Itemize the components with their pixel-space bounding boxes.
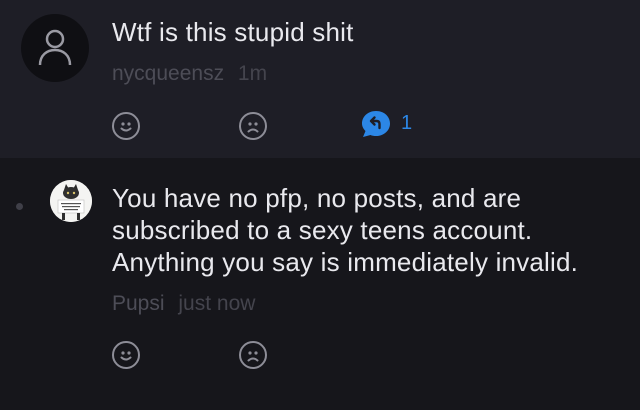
comment-author[interactable]: Pupsi bbox=[112, 292, 165, 315]
comment-time: just now bbox=[178, 292, 256, 315]
comment-time: 1m bbox=[237, 62, 268, 85]
frown-icon bbox=[247, 351, 259, 362]
default-user-icon bbox=[38, 29, 72, 66]
comment-author[interactable]: nycqueensz bbox=[112, 62, 224, 85]
avatar[interactable] bbox=[21, 14, 89, 82]
dislike-button[interactable] bbox=[239, 112, 267, 140]
smile-icon bbox=[120, 122, 132, 132]
comment-text: You have no pfp, no posts, and are subsc… bbox=[112, 183, 579, 277]
cat-photo-avatar bbox=[50, 180, 92, 222]
frown-icon bbox=[247, 122, 259, 133]
like-button[interactable] bbox=[112, 112, 140, 140]
comment-text: Wtf is this stupid shit bbox=[112, 17, 354, 47]
comment-1: Wtf is this stupid shit nycqueensz 1m 1 bbox=[0, 0, 640, 158]
dislike-button[interactable] bbox=[239, 341, 267, 369]
comment-2: You have no pfp, no posts, and are subsc… bbox=[0, 158, 640, 410]
reply-bubble-icon bbox=[362, 111, 390, 137]
reply-count: 1 bbox=[401, 112, 413, 134]
comment-meta: nycqueensz 1m bbox=[112, 62, 267, 86]
avatar[interactable] bbox=[50, 180, 92, 222]
like-button[interactable] bbox=[112, 341, 140, 369]
new-comment-dot bbox=[16, 203, 23, 210]
comment-meta: Pupsi just now bbox=[112, 292, 255, 316]
smile-icon bbox=[120, 351, 132, 361]
